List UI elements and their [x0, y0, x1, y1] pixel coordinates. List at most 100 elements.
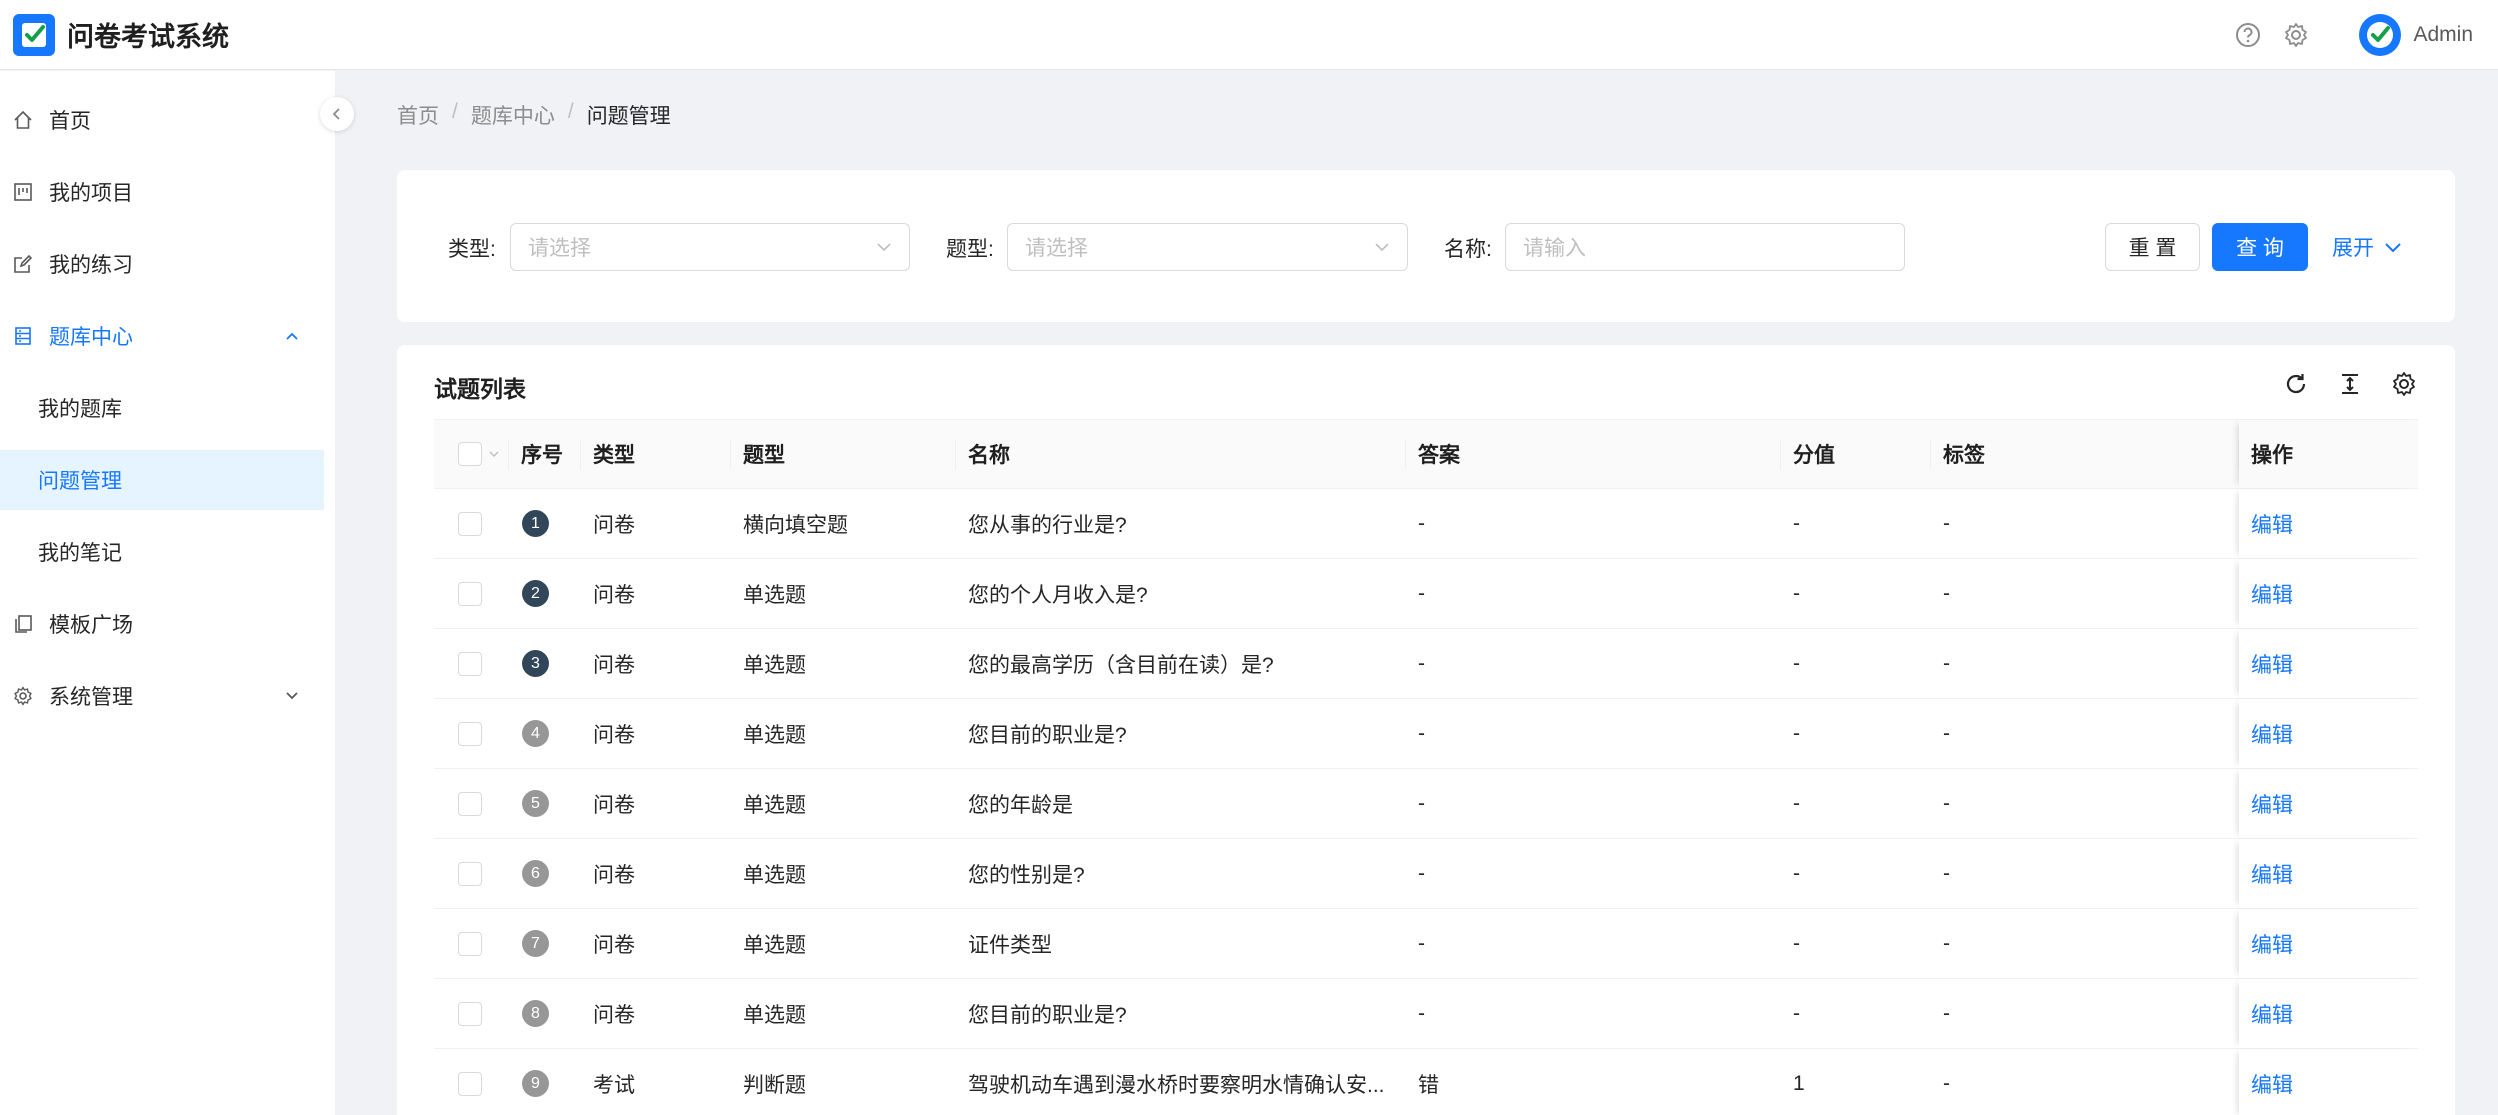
name-text: 您的最高学历（含目前在读）是? — [968, 653, 1274, 677]
score-cell: - — [1793, 721, 1800, 745]
type-select[interactable]: 请选择 — [510, 223, 910, 271]
row-checkbox[interactable] — [458, 1071, 482, 1096]
sidebar-item-system[interactable]: 系统管理 — [0, 666, 324, 726]
select-all-checkbox[interactable] — [458, 442, 482, 466]
question-type-select[interactable]: 请选择 — [1007, 223, 1408, 271]
expand-label: 展开 — [2332, 237, 2374, 260]
chevron-down-icon[interactable] — [488, 447, 502, 461]
chevron-down-icon — [2385, 243, 2401, 253]
sidebar-subitem-notes[interactable]: 我的笔记 — [0, 522, 324, 582]
row-checkbox[interactable] — [458, 721, 482, 746]
edit-link[interactable]: 编辑 — [2251, 929, 2293, 959]
type-cell: 考试 — [593, 1073, 635, 1097]
column-height-icon[interactable] — [2335, 369, 2365, 399]
sidebar-item-label: 系统管理 — [49, 686, 133, 709]
question-type-cell: 单选题 — [743, 863, 806, 887]
sidebar-item-practice[interactable]: 我的练习 — [0, 234, 324, 294]
edit-link[interactable]: 编辑 — [2251, 579, 2293, 609]
column-header-name: 名称 — [956, 420, 1406, 488]
tag-cell: - — [1943, 511, 1950, 535]
answer-cell: - — [1418, 511, 1425, 535]
help-icon[interactable] — [2233, 20, 2263, 50]
operation-cell: 编辑 — [2239, 839, 2418, 908]
collapse-sidebar-button[interactable] — [320, 97, 354, 131]
top-bar: 问卷考试系统 Admin — [0, 0, 2498, 70]
chevron-down-icon — [1372, 237, 1392, 257]
table-row[interactable]: 4 问卷 单选题 您目前的职业是? - - - 编辑 — [434, 699, 2418, 769]
edit-link[interactable]: 编辑 — [2251, 1069, 2293, 1099]
app-logo[interactable]: 问卷考试系统 — [0, 13, 229, 56]
answer-cell: - — [1418, 1001, 1425, 1025]
expand-button[interactable]: 展开 — [2328, 223, 2408, 271]
sidebar-subitem-question-manage[interactable]: 问题管理 — [0, 450, 324, 510]
edit-link[interactable]: 编辑 — [2251, 789, 2293, 819]
sidebar-item-templates[interactable]: 模板广场 — [0, 594, 324, 654]
breadcrumb-current: 问题管理 — [586, 105, 671, 128]
edit-link[interactable]: 编辑 — [2251, 859, 2293, 889]
answer-cell: - — [1418, 721, 1425, 745]
row-checkbox[interactable] — [458, 861, 482, 886]
type-cell: 问卷 — [593, 933, 635, 957]
username[interactable]: Admin — [2413, 23, 2473, 47]
index-badge: 6 — [522, 860, 549, 887]
name-label: 名称: — [1444, 238, 1492, 261]
table-row[interactable]: 8 问卷 单选题 您目前的职业是? - - - 编辑 — [434, 979, 2418, 1049]
index-cell: 2 — [509, 559, 581, 628]
row-checkbox[interactable] — [458, 581, 482, 606]
sidebar-item-label: 我的题库 — [38, 398, 122, 421]
sidebar-subitem-my-bank[interactable]: 我的题库 — [0, 378, 324, 438]
reset-button[interactable]: 重 置 — [2105, 223, 2200, 271]
type-cell: 问卷 — [593, 793, 635, 817]
answer-cell: - — [1418, 581, 1425, 605]
tag-cell: - — [1943, 581, 1950, 605]
copy-icon — [13, 614, 33, 634]
sidebar-item-label: 题库中心 — [49, 326, 133, 349]
gear-icon[interactable] — [2281, 20, 2311, 50]
avatar[interactable] — [2359, 13, 2402, 56]
name-input-placeholder: 请输入 — [1523, 237, 1586, 260]
table-row[interactable]: 6 问卷 单选题 您的性别是? - - - 编辑 — [434, 839, 2418, 909]
sidebar-item-home[interactable]: 首页 — [0, 90, 324, 150]
edit-link[interactable]: 编辑 — [2251, 999, 2293, 1029]
edit-link[interactable]: 编辑 — [2251, 649, 2293, 679]
query-button[interactable]: 查 询 — [2212, 223, 2308, 271]
sidebar-item-question-bank[interactable]: 题库中心 — [0, 306, 324, 366]
operation-cell: 编辑 — [2239, 979, 2418, 1048]
table-row[interactable]: 7 问卷 单选题 证件类型 - - - 编辑 — [434, 909, 2418, 979]
row-checkbox[interactable] — [458, 1001, 482, 1026]
breadcrumb-question-bank[interactable]: 题库中心 — [471, 100, 555, 130]
type-cell: 问卷 — [593, 1003, 635, 1027]
edit-link[interactable]: 编辑 — [2251, 509, 2293, 539]
table-row[interactable]: 1 问卷 横向填空题 您从事的行业是? - - - 编辑 — [434, 489, 2418, 559]
row-select-cell — [434, 979, 509, 1048]
row-checkbox[interactable] — [458, 791, 482, 816]
index-cell: 8 — [509, 979, 581, 1048]
breadcrumb-home[interactable]: 首页 — [397, 100, 439, 130]
sidebar-item-projects[interactable]: 我的项目 — [0, 162, 324, 222]
row-select-cell — [434, 769, 509, 838]
table-row[interactable]: 5 问卷 单选题 您的年龄是 - - - 编辑 — [434, 769, 2418, 839]
sidebar-item-label: 模板广场 — [49, 614, 133, 637]
question-type-cell: 单选题 — [743, 933, 806, 957]
question-type-cell: 单选题 — [743, 653, 806, 677]
question-type-cell: 单选题 — [743, 1003, 806, 1027]
index-badge: 4 — [522, 720, 549, 747]
table-row[interactable]: 9 考试 判断题 驾驶机动车遇到漫水桥时要察明水情确认安... 错 1 - 编辑 — [434, 1049, 2418, 1115]
type-cell: 问卷 — [593, 513, 635, 537]
column-header-score: 分值 — [1781, 420, 1931, 488]
name-text: 驾驶机动车遇到漫水桥时要察明水情确认安... — [968, 1073, 1385, 1097]
question-type-cell: 单选题 — [743, 793, 806, 817]
edit-link[interactable]: 编辑 — [2251, 719, 2293, 749]
row-checkbox[interactable] — [458, 511, 482, 536]
name-cell: 您的个人月收入是? — [956, 559, 1406, 628]
setting-icon[interactable] — [2389, 369, 2419, 399]
table-row[interactable]: 3 问卷 单选题 您的最高学历（含目前在读）是? - - - 编辑 — [434, 629, 2418, 699]
name-input[interactable]: 请输入 — [1505, 223, 1905, 271]
question-type-cell: 单选题 — [743, 723, 806, 747]
table-row[interactable]: 2 问卷 单选题 您的个人月收入是? - - - 编辑 — [434, 559, 2418, 629]
row-checkbox[interactable] — [458, 931, 482, 956]
reload-icon[interactable] — [2281, 369, 2311, 399]
operation-cell: 编辑 — [2239, 629, 2418, 698]
score-cell: - — [1793, 651, 1800, 675]
row-checkbox[interactable] — [458, 651, 482, 676]
